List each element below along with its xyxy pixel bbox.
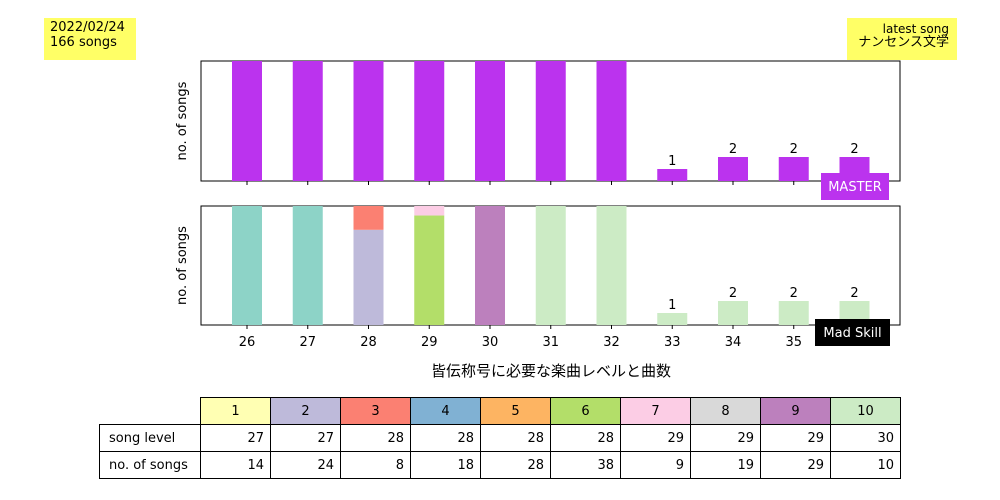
table-cell: 29: [760, 451, 831, 479]
bar: [535, 61, 566, 181]
level-table: 1 2 3 4 5 6 7 8 9 10 song level 27 27 28…: [99, 397, 901, 479]
table-header-cell: 8: [690, 397, 761, 425]
series-badge: MASTER: [828, 180, 882, 195]
table-cell: 29: [620, 424, 691, 452]
bar: [414, 61, 445, 181]
table-cell: 28: [550, 424, 621, 452]
table-cell: 28: [340, 424, 411, 452]
bar-value-label: 2: [729, 286, 737, 301]
row-label-song-count: no. of songs: [99, 451, 201, 479]
bar-value-label: 1: [668, 154, 676, 169]
x-tick-label: 34: [725, 335, 742, 350]
series-badge: Mad Skill: [823, 326, 881, 341]
table-header-row: 1 2 3 4 5 6 7 8 9 10: [100, 397, 901, 425]
table-header-cell: 3: [340, 397, 411, 425]
bar-value-label: 1: [668, 298, 676, 313]
x-axis-label: 皆伝称号に必要な楽曲レベルと曲数: [431, 362, 671, 380]
table-header-cell: 2: [270, 397, 341, 425]
table-header-cell: 4: [410, 397, 481, 425]
table-row-song-count: no. of songs 14 24 8 18 28 38 9 19 29 10: [99, 451, 901, 479]
table-header-cell: 1: [200, 397, 271, 425]
x-tick-label: 30: [482, 335, 499, 350]
table-header-cell: 10: [830, 397, 901, 425]
bar-segment: [414, 215, 445, 325]
bar-value-label: 2: [729, 142, 737, 157]
table-cell: 30: [830, 424, 901, 452]
table-cell: 8: [340, 451, 411, 479]
bar-segment: [657, 313, 688, 325]
table-cell: 19: [690, 451, 761, 479]
x-tick-label: 31: [542, 335, 559, 350]
table-corner: [100, 398, 201, 425]
table-header-cell: 6: [550, 397, 621, 425]
bar-segment: [778, 301, 809, 325]
x-tick-label: 35: [785, 335, 802, 350]
table-cell: 27: [270, 424, 341, 452]
table-cell: 24: [270, 451, 341, 479]
bar-segment: [414, 206, 445, 216]
table-header-cell: 7: [620, 397, 691, 425]
bar: [778, 157, 809, 181]
table-cell: 28: [480, 451, 551, 479]
table-cell: 28: [410, 424, 481, 452]
bar-segment: [596, 206, 627, 325]
bar-value-label: 2: [790, 286, 798, 301]
table-row-song-level: song level 27 27 28 28 28 28 29 29 29 30: [99, 424, 901, 452]
bar: [657, 169, 688, 181]
table-cell: 9: [620, 451, 691, 479]
bar: [596, 61, 627, 181]
table-cell: 10: [830, 451, 901, 479]
y-axis-label: no. of songs: [175, 81, 190, 160]
table-cell: 18: [410, 451, 481, 479]
bar: [475, 61, 505, 181]
bar-segment: [535, 206, 566, 325]
x-tick-label: 29: [421, 335, 438, 350]
bar-segment: [353, 229, 384, 325]
level-charts: no. of songs 1 2 2 2 MASTER no. of songs 1 2 2 2 Ma…: [175, 60, 901, 380]
x-tick-label: 33: [664, 335, 681, 350]
x-tick-label: 27: [299, 335, 316, 350]
bar-value-label: 2: [850, 142, 858, 157]
table-cell: 38: [550, 451, 621, 479]
x-tick-label: 32: [603, 335, 620, 350]
table-cell: 14: [200, 451, 271, 479]
bar-segment: [292, 206, 323, 325]
bar: [718, 157, 748, 181]
table-cell: 29: [690, 424, 761, 452]
bar: [353, 61, 384, 181]
bar: [232, 61, 262, 181]
bar-segment: [353, 206, 384, 230]
table-cell: 29: [760, 424, 831, 452]
bar-value-label: 2: [790, 142, 798, 157]
bar-segment: [232, 206, 262, 325]
bar: [292, 61, 323, 181]
bar-segment: [718, 301, 748, 325]
table-cell: 28: [480, 424, 551, 452]
bar-value-label: 2: [850, 286, 858, 301]
x-tick-label: 26: [239, 335, 256, 350]
bar-segment: [475, 206, 505, 325]
y-axis-label: no. of songs: [175, 226, 190, 305]
table-header-cell: 5: [480, 397, 551, 425]
x-tick-label: 28: [360, 335, 377, 350]
table-cell: 27: [200, 424, 271, 452]
table-header-cell: 9: [760, 397, 831, 425]
row-label-song-level: song level: [99, 424, 201, 452]
